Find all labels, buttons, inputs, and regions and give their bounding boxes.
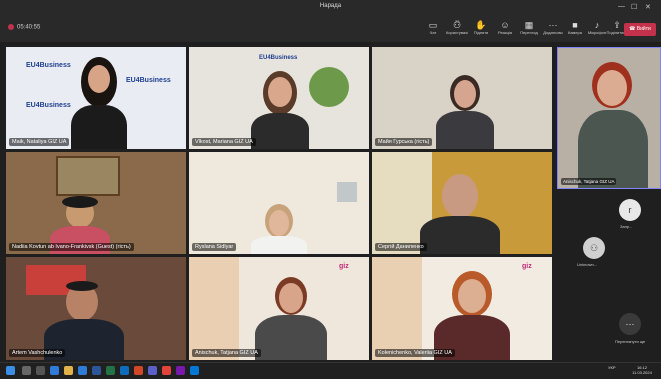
system-clock[interactable]: 16:12 11.03.2024 (628, 365, 656, 375)
backdrop-text: EU4Business (26, 102, 71, 109)
participant-name: Ryslana Sidlyar (192, 243, 237, 251)
maximize-icon[interactable]: ☐ (631, 3, 637, 11)
reaction-button[interactable]: ☺ Реакція (492, 20, 518, 35)
video-tile[interactable]: Майя Гурська (гість) (372, 47, 552, 149)
task-view-icon[interactable] (36, 366, 45, 375)
video-tile[interactable]: giz Kolenichenko, Valeriia GIZ UA (372, 257, 552, 360)
backdrop-text: EU4Business (259, 55, 298, 61)
video-tile[interactable]: giz Anischuk, Tatjana GIZ UA (189, 257, 369, 360)
language-indicator[interactable]: УКР (608, 365, 616, 370)
folder-icon[interactable] (64, 366, 73, 375)
video-tile[interactable]: Сергій Даниленко (372, 152, 552, 254)
minimize-icon[interactable]: — (618, 3, 625, 10)
painting-image (56, 156, 120, 196)
user-avatar-icon[interactable]: ⚇ (583, 237, 605, 259)
windows-start-icon[interactable] (6, 366, 15, 375)
record-icon (8, 24, 14, 30)
video-tile[interactable]: Nadiia Kovtun ab Ivano-Frankivsk (Guest)… (6, 152, 186, 254)
participant-name: Vlkost, Mariana GIZ UA (192, 138, 256, 146)
window-title: Нарада (319, 3, 342, 9)
participant-name: Artem Vashchulenko (9, 349, 66, 357)
edge-icon[interactable] (50, 366, 59, 375)
meeting-timer: 05:40:55 (17, 24, 41, 31)
leave-button[interactable]: ☎ Вийти (624, 23, 656, 36)
onenote-icon[interactable] (176, 366, 185, 375)
store-icon[interactable] (78, 366, 87, 375)
search-icon[interactable] (22, 366, 31, 375)
outlook-icon[interactable] (120, 366, 129, 375)
teams-icon[interactable] (148, 366, 157, 375)
participant-name: Maik, Nataliya GIZ UA (9, 138, 70, 146)
participants-count: 23 (455, 19, 460, 24)
chat-button[interactable]: ▭ Чат (420, 20, 446, 35)
participant-name: Anischuk, Tatjana GIZ UA (561, 178, 617, 185)
participant-name: Майя Гурська (гість) (375, 138, 433, 146)
participant-avatar[interactable]: r (619, 199, 641, 221)
raise-hand-icon: ✋ (475, 20, 487, 30)
word-icon[interactable] (92, 366, 101, 375)
powerpoint-icon[interactable] (134, 366, 143, 375)
video-tile[interactable]: EU4Business Vlkost, Mariana GIZ UA (189, 47, 369, 149)
app-icon[interactable] (190, 366, 199, 375)
spotlight-video[interactable]: Anischuk, Tatjana GIZ UA (557, 47, 661, 189)
video-tile[interactable]: EU4Business EU4Business EU4Business Maik… (6, 47, 186, 149)
participant-name: Сергій Даниленко (375, 243, 427, 251)
backdrop-text: EU4Business (126, 77, 171, 84)
plant-image (309, 67, 349, 107)
backdrop-text: EU4Business (26, 62, 71, 69)
chat-icon: ▭ (428, 20, 438, 30)
reaction-icon: ☺ (500, 20, 510, 30)
more-participants-label: Переглянути ще (615, 339, 646, 344)
video-tile[interactable]: Ryslana Sidlyar (189, 152, 369, 254)
giz-logo: giz (522, 263, 532, 270)
participant-name: Nadiia Kovtun ab Ivano-Frankivsk (Guest)… (9, 243, 134, 251)
backdrop-pattern (372, 257, 422, 360)
close-icon[interactable]: ✕ (645, 3, 651, 11)
title-bar: Нарада — ☐ ✕ (0, 0, 661, 16)
raise-hand-button[interactable]: ✋ Підняти (468, 20, 494, 35)
video-tile[interactable]: Artem Vashchulenko (6, 257, 186, 360)
side-participant-label: Unknown... (577, 262, 598, 267)
excel-icon[interactable] (106, 366, 115, 375)
more-participants-icon[interactable]: ··· (619, 313, 641, 335)
backdrop-pattern (189, 257, 239, 360)
meeting-toolbar: 05:40:55 ▭ Чат ⚇ Користувачі ✋ Підняти ☺ Реа… (0, 16, 661, 42)
view-icon: ▦ (524, 20, 534, 30)
side-participant-label: Запр... (620, 224, 633, 229)
participant-name: Kolenichenko, Valeriia GIZ UA (375, 349, 455, 357)
giz-logo: giz (339, 263, 349, 270)
taskbar: УКР 16:12 11.03.2024 (0, 362, 661, 379)
side-panel: Anischuk, Tatjana GIZ UA r Запр... ⚇ Unk… (557, 47, 661, 357)
phone-icon: ☎ (629, 26, 637, 32)
participant-name: Anischuk, Tatjana GIZ UA (192, 349, 261, 357)
chrome-icon[interactable] (162, 366, 171, 375)
wall-panel (337, 182, 357, 202)
view-button[interactable]: ▦ Перегляд (516, 20, 542, 35)
recording-indicator: 05:40:55 (8, 24, 40, 31)
